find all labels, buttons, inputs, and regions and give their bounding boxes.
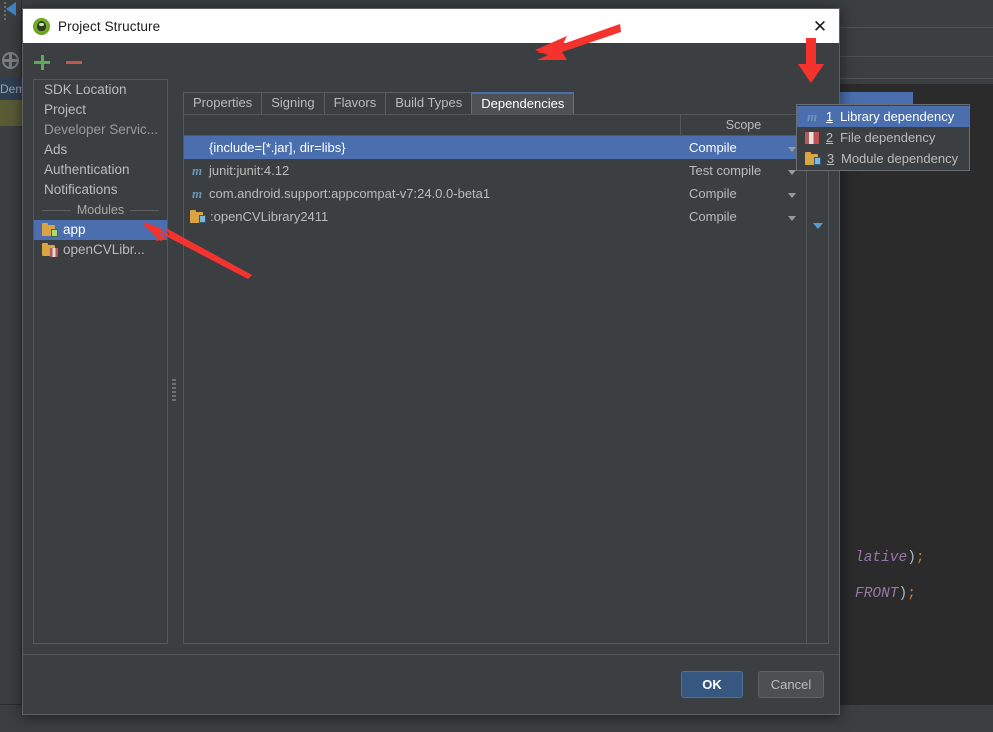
dependency-name-cell: {include=[*.jar], dir=libs} [184, 140, 681, 155]
background-code-fragment-2: lative); [855, 550, 925, 566]
chevron-down-icon[interactable] [788, 170, 796, 175]
maven-icon: m [191, 162, 203, 178]
dependency-name-label: :openCVLibrary2411 [210, 209, 329, 224]
sidebar-item-sdk-location[interactable]: SDK Location [34, 80, 167, 100]
dialog-titlebar: Project Structure ✕ [23, 9, 839, 43]
tab-properties[interactable]: Properties [183, 92, 263, 114]
dependency-scope-cell[interactable]: Compile [681, 186, 806, 201]
dependency-scope-label: Compile [689, 209, 737, 224]
dependency-name-cell: m com.android.support:appcompat-v7:24.0.… [184, 186, 681, 202]
maven-icon: m [191, 185, 203, 201]
menu-item-label: File dependency [840, 130, 936, 145]
dependency-name-label: junit:junit:4.12 [209, 163, 290, 178]
chevron-down-icon[interactable] [813, 223, 823, 229]
table-row[interactable]: m com.android.support:appcompat-v7:24.0.… [184, 182, 828, 205]
dialog-title: Project Structure [58, 18, 161, 34]
sidebar-item-app[interactable]: app [34, 220, 167, 240]
sidebar-item-app-label: app [63, 222, 86, 237]
column-header-name[interactable] [184, 115, 681, 135]
tab-bar: Properties Signing Flavors Build Types D… [183, 92, 575, 114]
sidebar-splitter-handle[interactable] [172, 379, 176, 403]
background-code-fragment-3: FRONT); [855, 586, 916, 602]
module-icon [805, 151, 821, 165]
menu-item-shortcut: 1 [825, 109, 834, 124]
module-app-icon [42, 222, 58, 237]
cancel-button[interactable]: Cancel [758, 671, 824, 698]
dialog-body: SDK Location Project Developer Servic...… [23, 43, 839, 654]
dependencies-table-header: Scope [184, 115, 828, 136]
sidebar-item-opencvlibrary[interactable]: openCVLibr... [34, 240, 167, 260]
sidebar-item-ads[interactable]: Ads [34, 140, 167, 160]
table-row[interactable]: :openCVLibrary2411 Compile [184, 205, 828, 228]
dependency-scope-cell[interactable]: Test compile [681, 163, 806, 178]
background-left-toolbar: Dem [0, 0, 22, 732]
dependency-scope-label: Compile [689, 140, 737, 155]
menu-item-shortcut: 2 [825, 130, 834, 145]
chevron-down-icon[interactable] [788, 216, 796, 221]
dialog-footer: OK Cancel [23, 654, 839, 714]
dependency-name-label: {include=[*.jar], dir=libs} [209, 140, 346, 155]
menu-item-module-dependency[interactable]: 3 Module dependency [797, 148, 969, 169]
add-dependency-menu: m 1 Library dependency 2 File dependency… [796, 104, 970, 171]
tab-dependencies[interactable]: Dependencies [471, 92, 575, 114]
sidebar: SDK Location Project Developer Servic...… [33, 79, 168, 644]
background-tool-tab: Dem [0, 78, 22, 100]
chevron-down-icon[interactable] [788, 193, 796, 198]
menu-item-label: Module dependency [841, 151, 959, 166]
chevron-down-icon[interactable] [788, 147, 796, 152]
project-structure-dialog: Project Structure ✕ SDK Location Project… [22, 8, 840, 715]
sidebar-item-project[interactable]: Project [34, 100, 167, 120]
android-studio-icon [33, 17, 50, 35]
sidebar-modules-header-label: Modules [76, 203, 125, 217]
dependency-name-cell: m junit:junit:4.12 [184, 163, 681, 179]
menu-item-file-dependency[interactable]: 2 File dependency [797, 127, 969, 148]
column-header-scope[interactable]: Scope [681, 115, 806, 135]
dependency-scope-cell[interactable]: Compile [681, 209, 806, 224]
sidebar-item-opencvlibrary-label: openCVLibr... [63, 242, 145, 257]
close-icon[interactable]: ✕ [809, 16, 831, 36]
add-module-button[interactable] [33, 53, 51, 71]
ok-button[interactable]: OK [681, 671, 743, 698]
table-row[interactable]: {include=[*.jar], dir=libs} Compile [184, 136, 828, 159]
settings-icon [2, 52, 19, 69]
dependency-name-label: com.android.support:appcompat-v7:24.0.0-… [209, 186, 491, 201]
table-row[interactable]: m junit:junit:4.12 Test compile [184, 159, 828, 182]
menu-item-shortcut: 3 [826, 151, 835, 166]
menu-item-label: Library dependency [840, 109, 955, 124]
sidebar-modules-header: Modules [34, 200, 167, 220]
jar-icon [805, 131, 819, 144]
sidebar-item-developer-services[interactable]: Developer Servic... [34, 120, 167, 140]
tab-flavors[interactable]: Flavors [323, 92, 387, 114]
dependency-scope-cell[interactable]: Compile [681, 140, 806, 155]
sidebar-item-notifications[interactable]: Notifications [34, 180, 167, 200]
dependencies-rail [806, 115, 828, 643]
dependency-scope-label: Test compile [689, 163, 762, 178]
tab-build-types[interactable]: Build Types [385, 92, 473, 114]
sidebar-toolbar [33, 53, 83, 71]
tab-signing[interactable]: Signing [261, 92, 325, 114]
module-icon [190, 209, 206, 223]
remove-module-button[interactable] [65, 53, 83, 71]
maven-icon: m [806, 108, 818, 124]
menu-item-library-dependency[interactable]: m 1 Library dependency [797, 106, 969, 127]
sidebar-item-authentication[interactable]: Authentication [34, 160, 167, 180]
module-library-icon [42, 242, 58, 257]
dependency-scope-label: Compile [689, 186, 737, 201]
dependencies-table-panel: Scope {include=[*.jar], dir=libs} Compil… [183, 114, 829, 644]
dependency-name-cell: :openCVLibrary2411 [184, 209, 681, 224]
